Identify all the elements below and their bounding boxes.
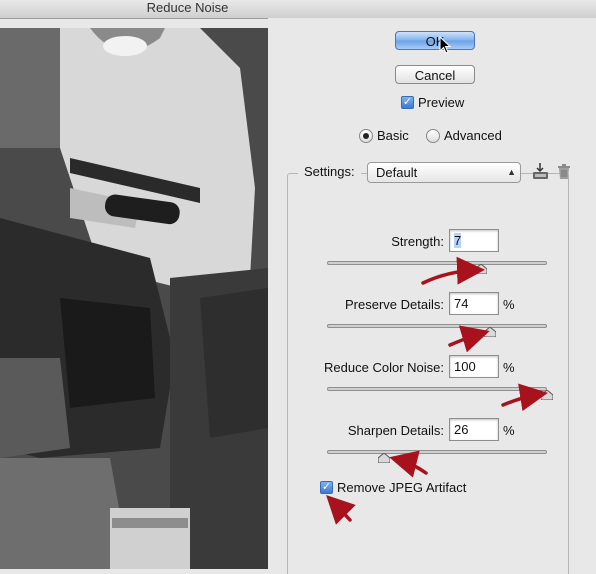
preserve-details-slider-thumb[interactable] xyxy=(483,327,496,337)
cancel-button[interactable]: Cancel xyxy=(395,65,475,84)
strength-slider-thumb[interactable] xyxy=(475,264,487,274)
advanced-radio[interactable] xyxy=(426,129,440,143)
preview-photo xyxy=(0,28,268,569)
reduce-color-noise-slider-thumb[interactable] xyxy=(541,390,553,400)
strength-slider-track[interactable] xyxy=(327,261,547,265)
preserve-details-unit: % xyxy=(503,297,515,312)
up-down-arrows-icon: ▲ xyxy=(507,167,516,177)
remove-jpeg-artifact-label: Remove JPEG Artifact xyxy=(337,480,467,495)
preview-checkbox[interactable]: ✓ xyxy=(401,96,414,109)
settings-dropdown[interactable]: Default ▲ xyxy=(367,162,521,183)
sharpen-details-input[interactable]: 26 xyxy=(449,418,499,441)
image-preview[interactable] xyxy=(0,28,268,569)
reduce-color-noise-slider-track[interactable] xyxy=(327,387,547,391)
settings-label: Settings: xyxy=(298,164,361,179)
mouse-cursor-icon xyxy=(439,36,452,54)
reduce-color-noise-input[interactable]: 100 xyxy=(449,355,499,378)
preserve-details-input[interactable]: 74 xyxy=(449,292,499,315)
strength-value: 7 xyxy=(454,233,462,248)
reduce-color-noise-unit: % xyxy=(503,360,515,375)
settings-value: Default xyxy=(376,165,418,180)
sharpen-details-unit: % xyxy=(503,423,515,438)
ok-button[interactable]: OK xyxy=(395,31,475,50)
basic-radio[interactable] xyxy=(359,129,373,143)
sharpen-details-slider-thumb[interactable] xyxy=(378,453,391,463)
sharpen-details-label: Sharpen Details: xyxy=(347,423,444,438)
strength-input[interactable]: 7 xyxy=(449,229,499,252)
preserve-details-label: Preserve Details: xyxy=(345,297,444,312)
save-preset-icon[interactable] xyxy=(531,162,550,181)
trash-icon[interactable] xyxy=(557,164,571,180)
sharpen-details-slider-track[interactable] xyxy=(327,450,547,454)
advanced-label: Advanced xyxy=(444,128,502,143)
preview-label: Preview xyxy=(418,95,465,110)
window-title: Reduce Noise xyxy=(146,0,229,15)
strength-label: Strength: xyxy=(391,234,444,249)
preserve-details-slider-track[interactable] xyxy=(327,324,547,328)
remove-jpeg-artifact-checkbox[interactable]: ✓ xyxy=(320,481,333,494)
reduce-color-noise-label: Reduce Color Noise: xyxy=(324,360,444,375)
basic-label: Basic xyxy=(377,128,409,143)
title-bar: Reduce Noise xyxy=(0,0,596,19)
